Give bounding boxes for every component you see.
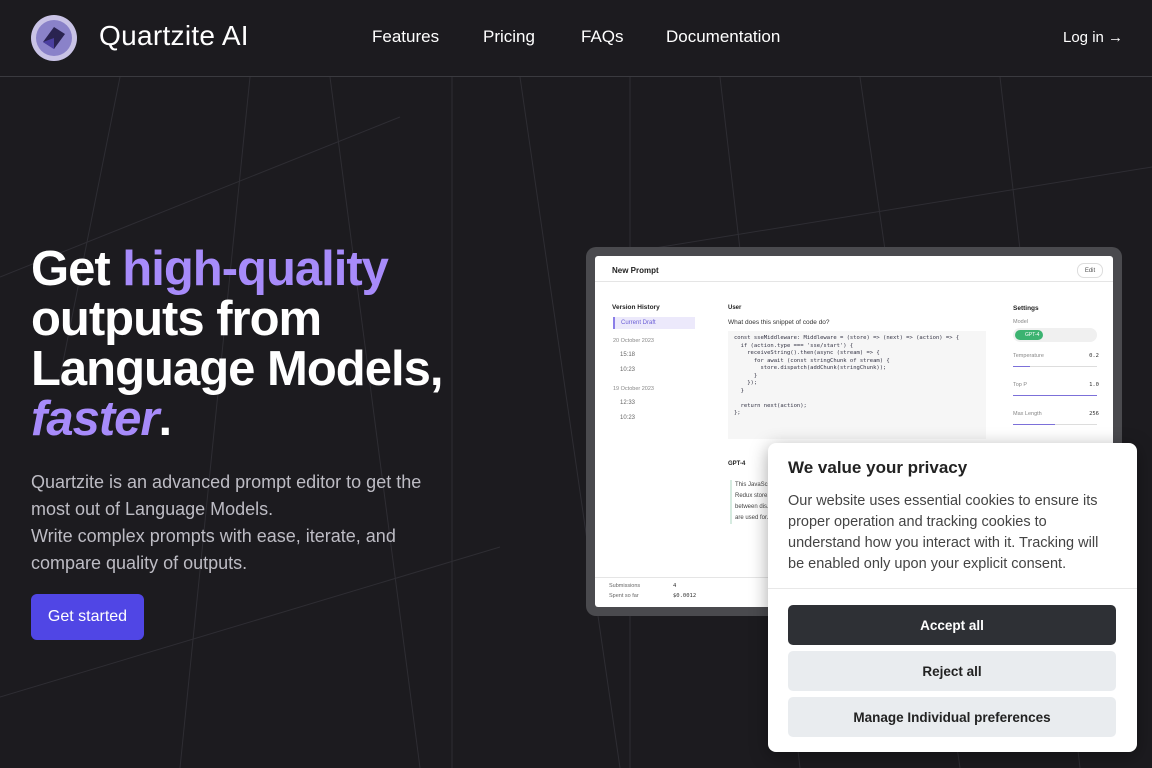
manage-preferences-button[interactable]: Manage Individual preferences	[788, 697, 1116, 737]
spent-value: $0.0012	[673, 593, 697, 599]
hero-title-end: .	[158, 392, 172, 446]
model-badge: GPT-4	[1015, 330, 1044, 340]
nav-pricing[interactable]: Pricing	[483, 27, 535, 47]
nav-faqs[interactable]: FAQs	[581, 27, 624, 47]
top-p-slider	[1013, 395, 1097, 396]
hero-description-line-2: Write complex prompts with ease, iterate…	[31, 526, 396, 573]
nav-features[interactable]: Features	[372, 27, 439, 47]
max-length-label: Max Length	[1013, 411, 1042, 417]
preview-edit-button: Edit	[1077, 263, 1103, 278]
hero-title: Get high-quality outputs from Language Mo…	[31, 244, 471, 444]
cookie-description: Our website uses essential cookies to en…	[788, 493, 1099, 572]
settings-title: Settings	[1013, 305, 1039, 312]
nav-documentation[interactable]: Documentation	[666, 27, 780, 47]
top-p-value: 1.0	[1089, 382, 1099, 388]
version-history-title: Version History	[612, 304, 660, 311]
code-snippet: const sseMiddleware: Middleware = (store…	[728, 331, 986, 439]
temperature-slider	[1013, 366, 1097, 367]
max-length-slider	[1013, 424, 1097, 425]
history-time: 12:33	[620, 400, 636, 406]
login-link[interactable]: Log in →	[1063, 29, 1123, 46]
history-time: 10:23	[620, 415, 636, 421]
model-label: Model	[1013, 319, 1028, 325]
current-draft-item: Current Draft	[613, 317, 695, 329]
top-nav: Quartzite AI Features Pricing FAQs Docum…	[0, 0, 1152, 77]
accept-all-button[interactable]: Accept all	[788, 605, 1116, 645]
history-time: 10:23	[620, 367, 636, 373]
spent-label: Spent so far	[609, 593, 639, 599]
temperature-value: 0.2	[1089, 353, 1099, 359]
cookie-divider	[768, 588, 1137, 589]
user-question: What does this snippet of code do?	[728, 319, 830, 326]
hero-description: Quartzite is an advanced prompt editor t…	[31, 469, 451, 577]
history-time: 15:18	[620, 352, 636, 358]
hero-description-line-1: Quartzite is an advanced prompt editor t…	[31, 472, 422, 519]
reject-all-button[interactable]: Reject all	[788, 651, 1116, 691]
get-started-button[interactable]: Get started	[31, 594, 144, 640]
model-select: GPT-4	[1013, 328, 1097, 342]
submissions-value: 4	[673, 583, 677, 589]
cookie-consent-dialog: We value your privacy Our website uses e…	[768, 443, 1137, 752]
hero-title-faster: faster	[31, 392, 159, 446]
max-length-value: 256	[1089, 411, 1099, 417]
submissions-label: Submissions	[609, 583, 641, 589]
hero-title-highlight: high-quality	[122, 242, 389, 296]
hero-title-mid: outputs from Language Models,	[31, 292, 443, 396]
hero-title-pre: Get	[31, 242, 123, 296]
user-message-label: User	[728, 305, 742, 311]
history-date-2: 19 October 2023	[613, 386, 654, 392]
preview-header: New Prompt Edit	[595, 256, 1113, 282]
temperature-label: Temperature	[1013, 353, 1044, 359]
brand-name[interactable]: Quartzite AI	[99, 20, 249, 52]
history-date-1: 20 October 2023	[613, 338, 654, 344]
cookie-title: We value your privacy	[788, 458, 968, 477]
gpt-response-label: GPT-4	[728, 461, 746, 467]
quartzite-logo-icon[interactable]	[30, 14, 78, 62]
top-p-label: Top P	[1013, 382, 1028, 388]
preview-title: New Prompt	[612, 266, 659, 275]
